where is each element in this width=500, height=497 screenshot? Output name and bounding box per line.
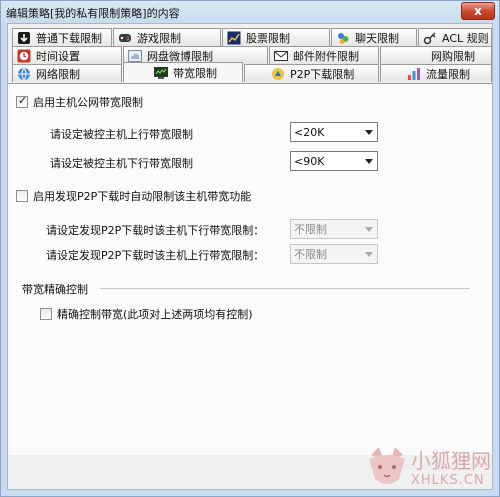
- tab-acl-rules[interactable]: ACL 规则: [418, 28, 492, 46]
- p2p-enable-checkbox[interactable]: [16, 190, 28, 202]
- tab-label: 网购限制: [431, 49, 475, 63]
- tab-network[interactable]: 网络限制: [12, 64, 122, 82]
- p2p-enable-row[interactable]: 启用发现P2P下载时自动限制该主机带宽功能: [16, 188, 251, 204]
- tab-traffic[interactable]: 流量限制: [380, 64, 492, 82]
- p2p-download-limit-value: 不限制: [294, 223, 327, 236]
- tab-game[interactable]: 游戏限制: [113, 28, 221, 46]
- group-divider: [100, 288, 470, 289]
- precise-control-heading: 带宽精确控制: [22, 283, 88, 296]
- tab-chat[interactable]: 聊天限制: [331, 28, 417, 46]
- tab-normal-download[interactable]: 普通下载限制: [12, 28, 112, 46]
- upload-limit-label: 请设定被控主机上行带宽限制: [50, 126, 193, 142]
- close-button[interactable]: x: [461, 2, 495, 20]
- tab-label: 时间设置: [36, 49, 80, 63]
- bandwidth-monitor-icon: [154, 66, 168, 80]
- watermark-subtext: XHLKS.CN: [411, 473, 485, 488]
- watermark-text: 小狐狸网: [411, 449, 491, 473]
- cloud-icon: [128, 49, 142, 63]
- upload-limit-select[interactable]: <20K: [290, 122, 378, 142]
- tab-stock[interactable]: 股票限制: [222, 28, 330, 46]
- download-limit-text: 请设定被控主机下行带宽限制: [50, 157, 193, 170]
- chevron-down-icon: [365, 252, 373, 257]
- tab-label: 游戏限制: [137, 31, 181, 45]
- fox-logo-icon: [369, 447, 405, 484]
- p2p-enable-label: 启用发现P2P下载时自动限制该主机带宽功能: [33, 190, 252, 203]
- dialog-window: 编辑策略[我的私有限制策略]的内容 x 普通下载限制 游戏限制 股票限制 聊天限…: [0, 0, 500, 497]
- chevron-down-icon: [365, 227, 373, 232]
- upload-limit-text: 请设定被控主机上行带宽限制: [50, 128, 193, 141]
- chat-icon: [336, 31, 350, 45]
- key-icon: [423, 31, 437, 45]
- tab-label: 邮件附件限制: [293, 49, 359, 63]
- download-limit-value: <90K: [294, 154, 325, 168]
- tab-label: 带宽限制: [173, 66, 217, 80]
- tab-label: 网络限制: [36, 67, 80, 81]
- precise-control-group-label: 带宽精确控制: [22, 281, 88, 297]
- tab-label: 股票限制: [246, 31, 290, 45]
- p2p-download-limit-select[interactable]: 不限制: [290, 219, 378, 239]
- window-title: 编辑策略[我的私有限制策略]的内容: [6, 7, 180, 20]
- site-watermark: 小狐狸网 XHLKS.CN: [365, 441, 499, 497]
- upload-limit-value: <20K: [294, 125, 325, 139]
- download-icon: [17, 31, 31, 45]
- precise-control-label: 精确控制带宽(此项对上述两项均有控制): [57, 308, 253, 321]
- mail-icon: [274, 49, 288, 63]
- traffic-bars-icon: [407, 67, 421, 81]
- p2p-upload-limit-label: 请设定发现P2P下载时该主机上行带宽限制：: [46, 247, 264, 263]
- title-bar[interactable]: 编辑策略[我的私有限制策略]的内容 x: [1, 1, 499, 23]
- tab-label: 聊天限制: [355, 31, 399, 45]
- chevron-down-icon: [365, 159, 373, 164]
- download-limit-select[interactable]: <90K: [290, 151, 378, 171]
- enable-bandwidth-label: 启用主机公网带宽限制: [33, 96, 143, 109]
- globe-icon: [17, 67, 31, 81]
- p2p-icon: [271, 67, 285, 81]
- precise-control-checkbox[interactable]: [40, 308, 52, 320]
- tab-p2p-download[interactable]: P2P下载限制: [244, 64, 379, 82]
- p2p-download-limit-text: 请设定发现P2P下载时该主机下行带宽限制：: [46, 224, 265, 237]
- tab-label: 普通下载限制: [36, 31, 102, 45]
- bandwidth-panel: 启用主机公网带宽限制 请设定被控主机上行带宽限制 <20K 请设定被控主机下行带…: [8, 83, 492, 455]
- tab-mail-attachment[interactable]: 邮件附件限制: [269, 46, 379, 64]
- tab-bandwidth[interactable]: 带宽限制: [123, 62, 243, 82]
- enable-bandwidth-row[interactable]: 启用主机公网带宽限制: [16, 94, 143, 110]
- p2p-upload-limit-select[interactable]: 不限制: [290, 244, 378, 264]
- tab-online-shopping[interactable]: 网购限制: [380, 46, 492, 64]
- tab-label: P2P下载限制: [290, 67, 355, 81]
- game-controller-icon: [118, 31, 132, 45]
- tab-label: ACL 规则: [442, 31, 489, 45]
- p2p-upload-limit-value: 不限制: [294, 248, 327, 261]
- tab-label: 流量限制: [426, 67, 470, 81]
- clock-icon: [17, 49, 31, 63]
- p2p-upload-limit-text: 请设定发现P2P下载时该主机上行带宽限制：: [46, 249, 265, 262]
- download-limit-label: 请设定被控主机下行带宽限制: [50, 155, 193, 171]
- precise-control-row[interactable]: 精确控制带宽(此项对上述两项均有控制): [40, 306, 253, 322]
- stock-chart-icon: [227, 31, 241, 45]
- dialog-client-area: 普通下载限制 游戏限制 股票限制 聊天限制 ACL 规则 时间设置 网盘微博限制…: [7, 23, 493, 490]
- chevron-down-icon: [365, 130, 373, 135]
- enable-bandwidth-checkbox[interactable]: [16, 94, 28, 108]
- p2p-download-limit-label: 请设定发现P2P下载时该主机下行带宽限制：: [46, 222, 264, 238]
- tab-time-settings[interactable]: 时间设置: [12, 46, 122, 64]
